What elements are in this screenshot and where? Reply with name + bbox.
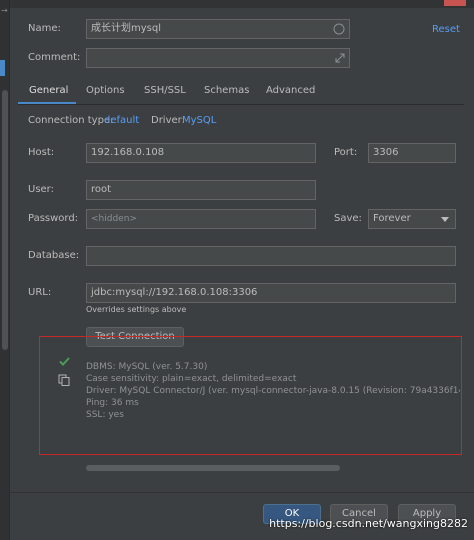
url-label: URL: — [28, 287, 52, 298]
tab-advanced[interactable]: Advanced — [266, 82, 315, 104]
save-label: Save: — [334, 213, 362, 224]
selection-indicator — [0, 60, 5, 76]
comment-field[interactable] — [86, 48, 350, 68]
database-field[interactable] — [86, 246, 456, 266]
save-select[interactable]: Forever — [368, 209, 456, 229]
expand-icon[interactable] — [335, 53, 345, 63]
tab-schemas[interactable]: Schemas — [204, 82, 249, 104]
chevron-down-icon — [441, 217, 449, 222]
watermark: https://blog.csdn.net/wangxing8282 — [269, 517, 468, 530]
save-select-value: Forever — [373, 213, 411, 224]
title-bar — [10, 0, 474, 8]
horizontal-scrollbar[interactable] — [86, 465, 340, 471]
driver-link[interactable]: MySQL — [182, 114, 216, 128]
host-field[interactable]: 192.168.0.108 — [86, 143, 316, 163]
result-case-sensitivity: Case sensitivity: plain=exact, delimited… — [86, 374, 297, 384]
database-label: Database: — [28, 250, 80, 261]
result-ping: Ping: 36 ms — [86, 398, 139, 408]
port-label: Port: — [334, 147, 358, 158]
comment-label: Comment: — [28, 52, 81, 63]
name-label: Name: — [28, 23, 61, 34]
connection-type-link[interactable]: default — [104, 114, 139, 128]
result-ssl: SSL: yes — [86, 410, 124, 420]
user-field[interactable]: root — [86, 180, 316, 200]
close-button[interactable] — [444, 0, 466, 6]
tab-general[interactable]: General — [29, 82, 68, 104]
check-icon — [59, 357, 70, 366]
name-field[interactable]: 成长计划mysql — [86, 19, 350, 39]
reset-link[interactable]: Reset — [432, 23, 460, 37]
port-field[interactable]: 3306 — [368, 143, 456, 163]
password-label: Password: — [28, 213, 79, 224]
connection-type-label: Connection type: — [28, 115, 114, 126]
driver-label: Driver: — [151, 115, 185, 126]
result-driver: Driver: MySQL Connector/J (ver. mysql-co… — [86, 386, 460, 396]
name-value: 成长计划mysql — [91, 23, 161, 34]
circle-icon[interactable] — [333, 23, 345, 35]
left-scrollbar[interactable] — [2, 90, 8, 350]
tab-options[interactable]: Options — [86, 82, 125, 104]
host-label: Host: — [28, 147, 55, 158]
url-field[interactable]: jdbc:mysql://192.168.0.108:3306 — [86, 283, 456, 303]
user-label: User: — [28, 184, 54, 195]
left-panel-strip: → — [0, 0, 10, 540]
password-field[interactable]: <hidden> — [86, 209, 316, 229]
copy-icon[interactable] — [58, 374, 70, 386]
footer-divider — [10, 492, 474, 493]
overrides-note: Overrides settings above — [86, 305, 187, 314]
result-dbms: DBMS: MySQL (ver. 5.7.30) — [86, 362, 208, 372]
arrow-right-icon[interactable]: → — [1, 6, 8, 15]
tabs-divider — [18, 104, 464, 105]
tab-ssh-ssl[interactable]: SSH/SSL — [144, 82, 186, 104]
